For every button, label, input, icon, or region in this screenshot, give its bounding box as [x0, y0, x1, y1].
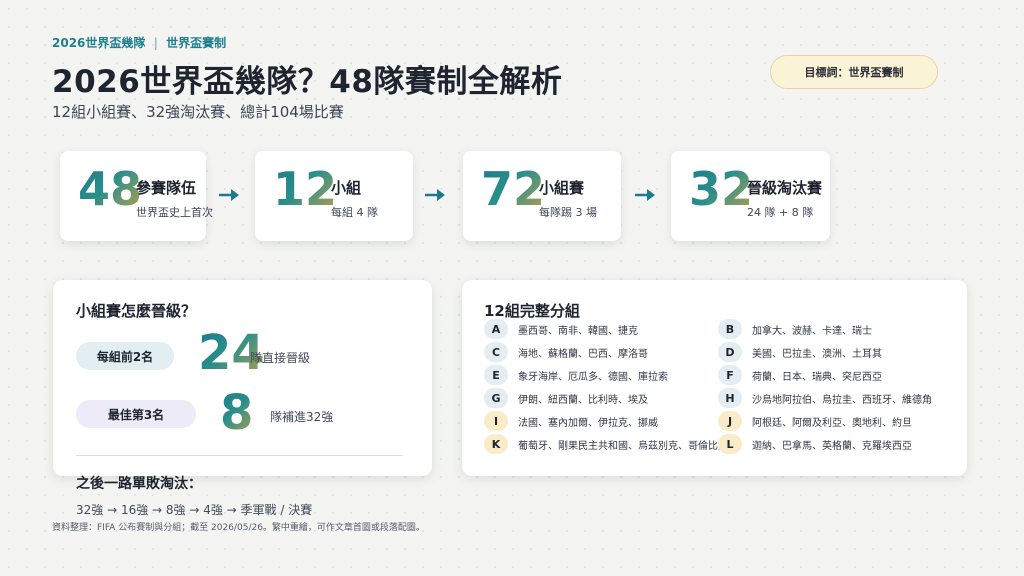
arrow-right-icon [425, 189, 445, 201]
group-teams: 阿根廷、阿爾及利亞、奧地利、約旦 [752, 417, 912, 429]
stat-subtext: 24 隊 + 8 隊 [747, 206, 814, 219]
group-letter-badge: D [718, 342, 742, 362]
group-letter-badge: A [484, 319, 508, 339]
group-letter-badge: F [718, 365, 742, 385]
stat-card-knockout: 32 晉級淘汰賽 24 隊 + 8 隊 [671, 151, 830, 241]
group-letter-badge: H [718, 388, 742, 408]
group-row-l: L 迦納、巴拿馬、英格蘭、克羅埃西亞 [718, 434, 912, 454]
group-row-a: A 墨西哥、南非、韓國、捷克 [484, 319, 638, 339]
stat-number: 48 [78, 162, 143, 216]
group-letter-badge: C [484, 342, 508, 362]
stat-number: 12 [273, 162, 338, 216]
group-row-e: E 象牙海岸、厄瓜多、德國、庫拉索 [484, 365, 668, 385]
arrow-right-icon [219, 189, 239, 201]
group-letter-badge: B [718, 319, 742, 339]
page-subtitle: 12組小組賽、32強淘汰賽、總計104場比賽 [52, 103, 344, 121]
group-letter-badge: J [718, 411, 742, 431]
group-teams: 象牙海岸、厄瓜多、德國、庫拉索 [518, 371, 668, 383]
group-letter-badge: E [484, 365, 508, 385]
group-row-b: B 加拿大、波赫、卡達、瑞士 [718, 319, 872, 339]
stat-label: 小組賽 [539, 179, 585, 197]
best-third-pill: 最佳第3名 [76, 400, 196, 428]
group-teams: 墨西哥、南非、韓國、捷克 [518, 325, 638, 337]
group-letter-badge: L [718, 434, 742, 454]
kicker-separator: | [153, 36, 158, 50]
knockout-path: 32強 → 16強 → 8強 → 4強 → 季軍戰 / 決賽 [76, 503, 313, 517]
page-title: 2026世界盃幾隊？48隊賽制全解析 [52, 64, 563, 100]
stat-number: 32 [689, 162, 754, 216]
group-row-c: C 海地、蘇格蘭、巴西、摩洛哥 [484, 342, 648, 362]
group-teams: 迦納、巴拿馬、英格蘭、克羅埃西亞 [752, 440, 912, 452]
stat-subtext: 每隊踢 3 場 [539, 206, 597, 219]
group-row-i: I 法國、塞內加爾、伊拉克、挪威 [484, 411, 658, 431]
best-third-desc: 隊補進32強 [270, 410, 334, 424]
stat-subtext: 世界盃史上首次 [136, 206, 213, 219]
group-teams: 美國、巴拉圭、澳洲、土耳其 [752, 348, 882, 360]
group-teams: 荷蘭、日本、瑞典、突尼西亞 [752, 371, 882, 383]
stat-card-group-matches: 72 小組賽 每隊踢 3 場 [463, 151, 621, 241]
group-row-g: G 伊朗、紐西蘭、比利時、埃及 [484, 388, 648, 408]
group-row-h: H 沙烏地阿拉伯、烏拉圭、西班牙、維德角 [718, 388, 932, 408]
group-teams: 伊朗、紐西蘭、比利時、埃及 [518, 394, 648, 406]
kicker-category: 世界盃賽制 [166, 36, 227, 50]
group-row-d: D 美國、巴拉圭、澳洲、土耳其 [718, 342, 882, 362]
keyword-badge: 目標詞：世界盃賽制 [770, 55, 938, 89]
knockout-heading: 之後一路單敗淘汰： [76, 476, 202, 492]
stat-label: 小組 [331, 179, 362, 197]
arrow-right-icon [635, 189, 655, 201]
stat-subtext: 每組 4 隊 [331, 206, 378, 219]
source-note: 資料整理：FIFA 公布賽制與分組；截至 2026/05/26。繁中重繪，可作文… [52, 523, 425, 533]
direct-qualify-desc: 隊直接晉級 [250, 351, 311, 365]
group-teams: 加拿大、波赫、卡達、瑞士 [752, 325, 872, 337]
divider [76, 455, 403, 456]
best-third-number: 8 [220, 385, 254, 441]
group-teams: 法國、塞內加爾、伊拉克、挪威 [518, 417, 658, 429]
group-letter-badge: K [484, 434, 508, 454]
top-two-pill: 每組前2名 [76, 342, 174, 370]
group-teams: 沙烏地阿拉伯、烏拉圭、西班牙、維德角 [752, 394, 932, 406]
advancement-title: 小組賽怎麼晉級？ [76, 302, 197, 320]
kicker-topic: 2026世界盃幾隊 [52, 36, 146, 50]
group-row-j: J 阿根廷、阿爾及利亞、奧地利、約旦 [718, 411, 912, 431]
stat-label: 晉級淘汰賽 [747, 179, 823, 197]
group-letter-badge: G [484, 388, 508, 408]
stat-card-teams: 48 參賽隊伍 世界盃史上首次 [60, 151, 213, 241]
stat-card-groups: 12 小組 每組 4 隊 [255, 151, 413, 241]
group-teams: 海地、蘇格蘭、巴西、摩洛哥 [518, 348, 648, 360]
group-row-f: F 荷蘭、日本、瑞典、突尼西亞 [718, 365, 882, 385]
group-row-k: K 葡萄牙、剛果民主共和國、烏茲別克、哥倫比亞 [484, 434, 728, 454]
group-teams: 葡萄牙、剛果民主共和國、烏茲別克、哥倫比亞 [518, 440, 728, 452]
group-letter-badge: I [484, 411, 508, 431]
groups-title: 12組完整分組 [484, 302, 580, 320]
kicker: 2026世界盃幾隊 | 世界盃賽制 [52, 34, 226, 51]
stat-number: 72 [481, 162, 546, 216]
stat-label: 參賽隊伍 [136, 179, 197, 197]
